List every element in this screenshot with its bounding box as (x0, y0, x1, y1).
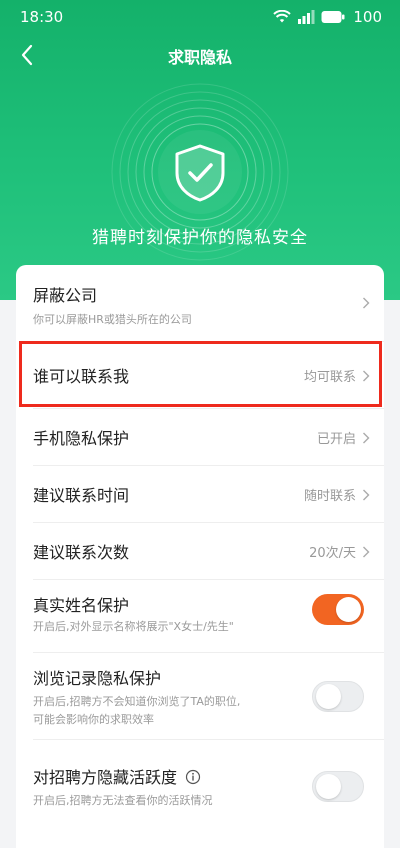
setting-title: 建议联系时间 (33, 486, 130, 505)
setting-phone-privacy[interactable]: 手机隐私保护 已开启 (16, 409, 384, 465)
setting-title-wrap: 对招聘方隐藏活跃度 (33, 764, 201, 788)
chevron-right-icon (363, 489, 370, 500)
setting-value (362, 297, 370, 309)
setting-title: 真实姓名保护 (33, 596, 130, 615)
toggle-knob (316, 684, 341, 709)
real-name-toggle[interactable] (312, 594, 364, 625)
shield-check-icon (175, 144, 225, 202)
setting-hide-activity: 对招聘方隐藏活跃度 开启后,招聘方无法查看你的活跃情况 (16, 740, 384, 812)
setting-value-text: 已开启 (316, 432, 356, 447)
info-icon[interactable] (185, 769, 201, 785)
setting-subtitle-line2: 可能会影响你的求职效率 (33, 713, 154, 726)
toggle-knob (316, 774, 341, 799)
setting-value: 已开启 (317, 428, 370, 447)
setting-title: 浏览记录隐私保护 (33, 669, 162, 688)
status-time: 18:30 (20, 8, 64, 26)
setting-contact-frequency[interactable]: 建议联系次数 20次/天 (16, 523, 384, 579)
status-icons: 100 (273, 8, 382, 26)
setting-value-text: 随时联系 (303, 489, 356, 504)
hide-activity-toggle[interactable] (312, 771, 364, 802)
toggle-knob (336, 597, 361, 622)
hero-header: 18:30 100 求职隐私 猎聘时刻保护你的隐私安全 (0, 0, 400, 300)
setting-title: 建议联系次数 (33, 543, 130, 562)
highlight-box (19, 341, 382, 407)
setting-subtitle-line1: 开启后,招聘方不会知道你浏览了TA的职位, (33, 695, 241, 708)
setting-subtitle: 开启后,对外显示名称将展示"X女士/先生" (33, 620, 234, 633)
setting-title: 对招聘方隐藏活跃度 (33, 768, 178, 787)
setting-value-text: 20次/天 (309, 546, 356, 561)
signal-icon (298, 10, 315, 24)
setting-subtitle: 你可以屏蔽HR或猎头所在的公司 (33, 313, 192, 326)
nav-bar: 求职隐私 (0, 34, 400, 76)
chevron-right-icon (363, 297, 370, 309)
hero-caption: 猎聘时刻保护你的隐私安全 (92, 228, 308, 248)
setting-value: 20次/天 (309, 542, 370, 561)
setting-contact-time[interactable]: 建议联系时间 随时联系 (16, 466, 384, 522)
setting-subtitle: 开启后,招聘方无法查看你的活跃情况 (33, 794, 213, 807)
status-bar: 18:30 100 (0, 0, 400, 34)
battery-icon (321, 11, 345, 23)
setting-title: 手机隐私保护 (33, 429, 130, 448)
wifi-icon (273, 10, 292, 23)
setting-blocked-companies[interactable]: 屏蔽公司 你可以屏蔽HR或猎头所在的公司 (16, 265, 384, 341)
chevron-right-icon (363, 546, 370, 557)
setting-value: 随时联系 (304, 485, 370, 504)
battery-level: 100 (353, 8, 382, 26)
page-title: 求职隐私 (167, 48, 232, 67)
setting-title: 屏蔽公司 (33, 286, 98, 305)
setting-browse-history-privacy: 浏览记录隐私保护 开启后,招聘方不会知道你浏览了TA的职位, 可能会影响你的求职… (16, 653, 384, 739)
setting-real-name-protection: 真实姓名保护 开启后,对外显示名称将展示"X女士/先生" (16, 580, 384, 652)
chevron-right-icon (363, 432, 370, 443)
browse-history-toggle[interactable] (312, 681, 364, 712)
